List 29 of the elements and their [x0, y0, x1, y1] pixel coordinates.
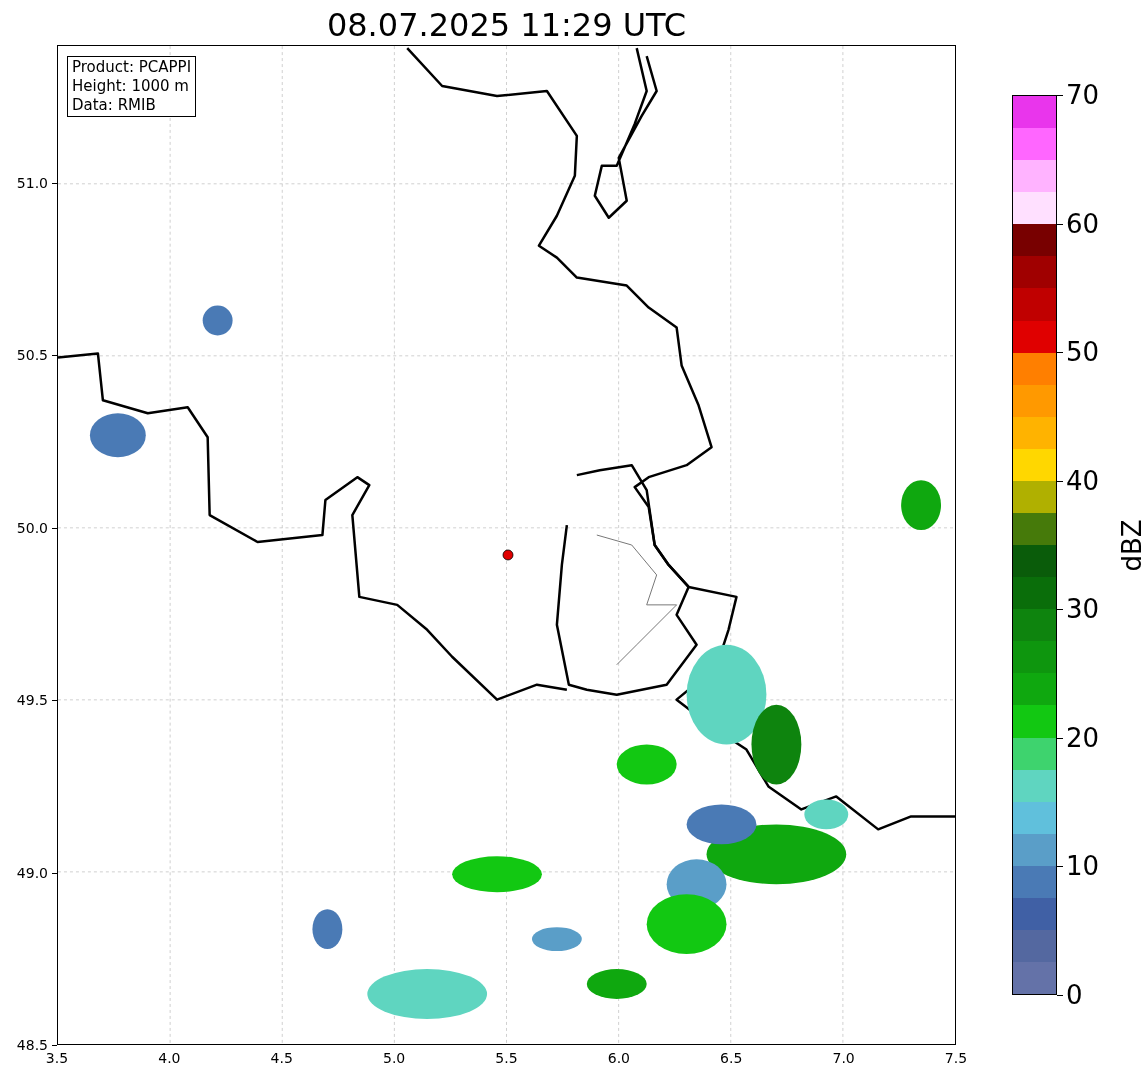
x-tick-label: 6.0: [607, 1050, 630, 1066]
x-tick-label: 4.5: [270, 1050, 293, 1066]
colorbar-tick-label: 70: [1066, 80, 1100, 110]
x-tick-label: 6.5: [720, 1050, 743, 1066]
x-tick-label: 3.5: [45, 1050, 69, 1066]
colorbar-tick-label: 10: [1066, 851, 1100, 882]
info-line: Height: 1000 m: [72, 77, 190, 96]
x-tick-label: 4.0: [158, 1050, 181, 1066]
info-line: Data: RMIB: [72, 96, 157, 115]
colorbar-tick-label: 40: [1066, 465, 1100, 496]
info-line: Product: PCAPPI: [72, 58, 192, 77]
y-tick-label: 49.5: [16, 692, 48, 709]
colorbar-label: dBZ: [1115, 518, 1145, 572]
x-tick-label: 5.5: [495, 1050, 518, 1066]
colorbar-tick-label: 20: [1066, 722, 1100, 753]
colorbar-tick-label: 60: [1066, 208, 1100, 239]
x-tick-label: 7.0: [832, 1050, 855, 1066]
y-tick-label: 48.5: [16, 1037, 48, 1053]
x-tick-label: 5.0: [383, 1050, 406, 1066]
x-tick-label: 7.5: [944, 1050, 968, 1066]
y-tick-label: 50.5: [16, 347, 48, 364]
y-tick-label: 51.0: [16, 175, 48, 191]
colorbar-tick-label: 30: [1066, 594, 1100, 625]
colorbar-tick-label: 50: [1066, 337, 1100, 368]
colorbar-tick-label: 0: [1066, 980, 1083, 1010]
y-tick-label: 49.0: [16, 864, 48, 881]
chart-title: 08.07.2025 11:29 UTC: [326, 5, 687, 45]
radar-site-marker: [502, 549, 514, 561]
y-tick-label: 50.0: [16, 519, 48, 536]
